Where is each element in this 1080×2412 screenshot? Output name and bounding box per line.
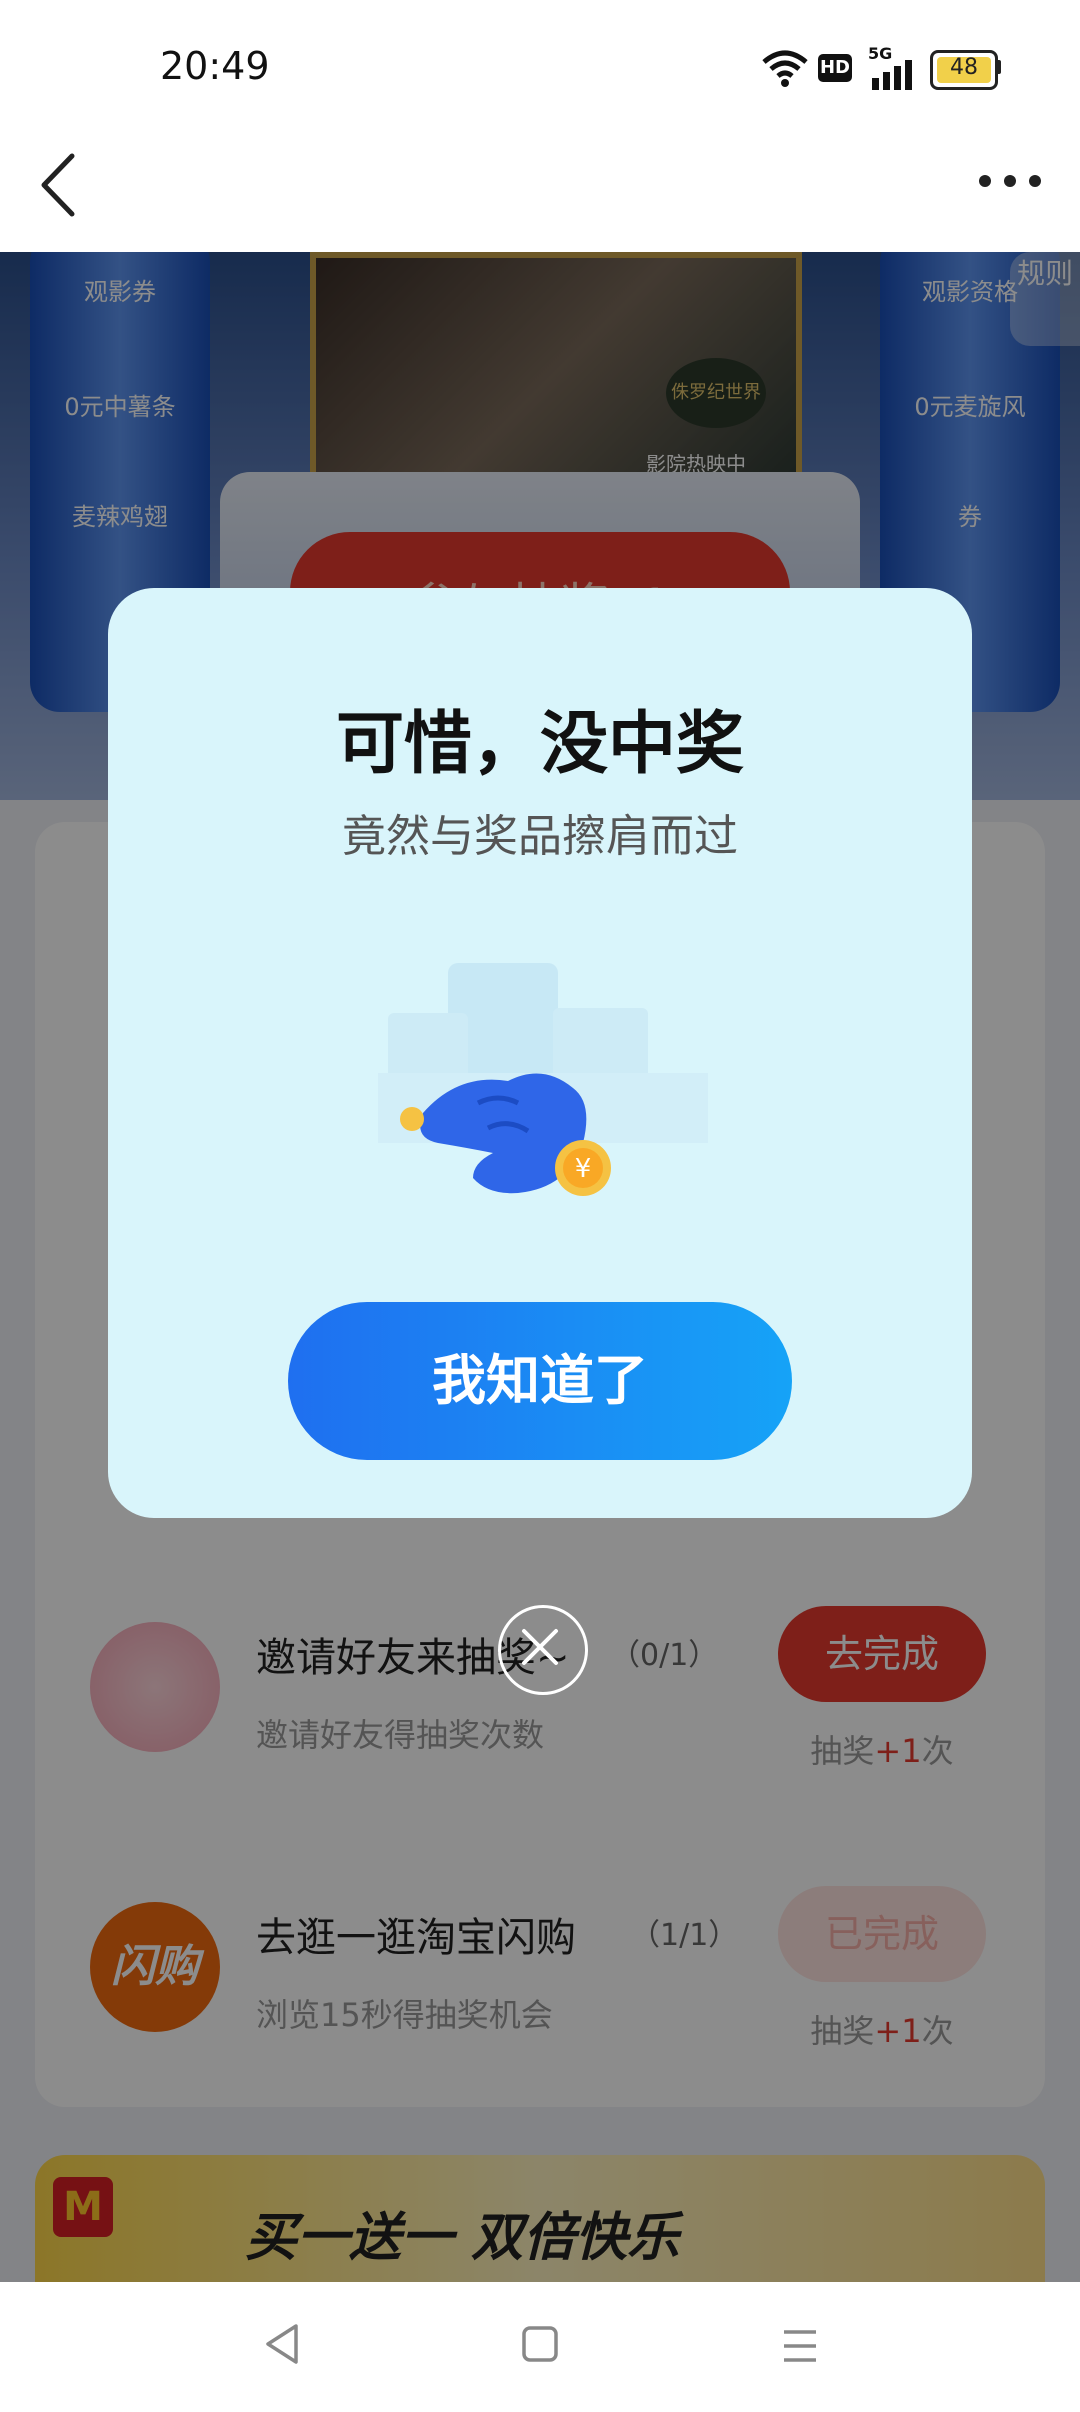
wifi-icon (762, 50, 808, 87)
nav-back-icon[interactable] (262, 2322, 302, 2366)
status-time: 20:49 (160, 44, 270, 88)
battery-tip (996, 60, 1001, 74)
back-icon[interactable] (34, 150, 84, 220)
battery-level: 48 (950, 55, 978, 80)
result-modal: 可惜，没中奖 竟然与奖品擦肩而过 ¥ 我知道了 (108, 588, 972, 1518)
hd-badge: HD (818, 54, 852, 82)
system-nav-bar (0, 2282, 1080, 2412)
hand-coin-icon: ¥ (378, 963, 708, 1196)
battery-icon: 48 (930, 50, 998, 90)
modal-title: 可惜，没中奖 (335, 705, 744, 784)
nav-menu-icon[interactable] (780, 2326, 820, 2366)
signal-icon (872, 60, 912, 90)
close-icon[interactable] (498, 1605, 588, 1695)
nav-bar (0, 128, 1080, 252)
acknowledge-button[interactable]: 我知道了 (288, 1302, 792, 1460)
svg-text:¥: ¥ (575, 1154, 592, 1184)
modal-subtitle: 竟然与奖品擦肩而过 (342, 811, 738, 862)
nav-home-icon[interactable] (520, 2324, 560, 2364)
more-icon[interactable] (975, 166, 1045, 196)
